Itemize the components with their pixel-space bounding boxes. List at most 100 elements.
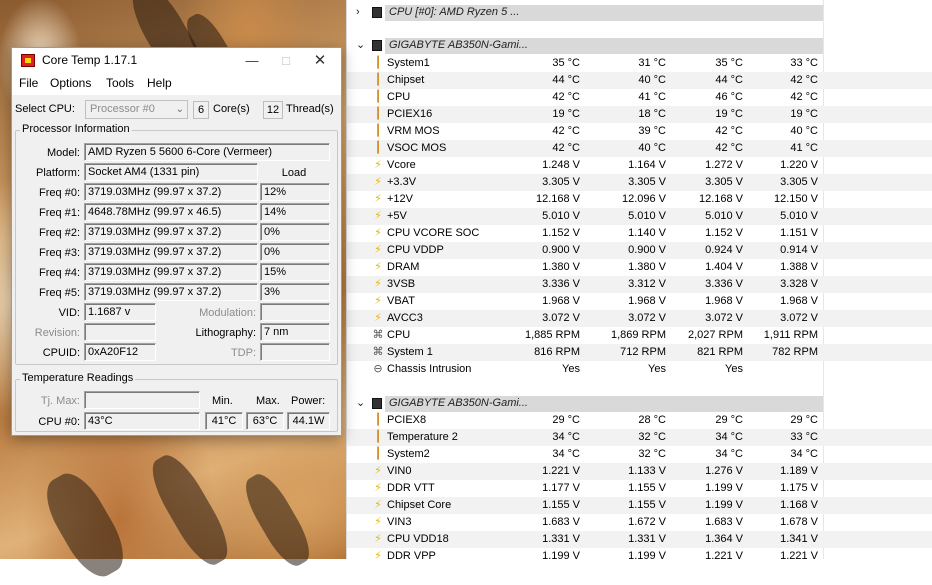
sensor-row[interactable]: ⚡ VBAT 1.968 V 1.968 V 1.968 V 1.968 V: [347, 293, 932, 310]
sensor-minimum: 1,869 RPM: [610, 329, 666, 341]
sensor-current: 12.168 V: [535, 193, 580, 205]
freq-value: 3719.03MHz (99.97 x 37.2): [84, 283, 258, 301]
cpu0-min: 41°C: [205, 412, 243, 430]
close-button[interactable]: ✕: [303, 50, 337, 71]
sensor-name: Vcore: [387, 159, 416, 171]
sensor-minimum: 39 °C: [638, 125, 666, 137]
sensor-average: 3.072 V: [780, 312, 818, 324]
thermometer-icon: ┃: [374, 142, 382, 154]
sensor-row[interactable]: ⚡ Vcore 1.248 V 1.164 V 1.272 V 1.220 V: [347, 157, 932, 174]
minimize-button[interactable]: —: [235, 50, 269, 71]
sensor-row[interactable]: ⚡ DRAM 1.380 V 1.380 V 1.404 V 1.388 V: [347, 259, 932, 276]
sensor-row[interactable]: ⚡ 3VSB 3.336 V 3.312 V 3.336 V 3.328 V: [347, 276, 932, 293]
sensor-minimum: 3.312 V: [628, 278, 666, 290]
sensor-name: VIN3: [387, 516, 412, 528]
sensor-row[interactable]: ⚡ CPU VCORE SOC 1.152 V 1.140 V 1.152 V 1.151…: [347, 225, 932, 242]
sensor-row[interactable]: ┃ VSOC MOS 42 °C 40 °C 42 °C 41 °C: [347, 140, 932, 157]
coretemp-window[interactable]: Core Temp 1.17.1 — □ ✕ File Options Tool…: [11, 47, 342, 436]
sensor-row[interactable]: ⚡ CPU VDD18 1.331 V 1.331 V 1.364 V 1.341 V: [347, 531, 932, 548]
sensor-row[interactable]: ┃ PCIEX8 29 °C 28 °C 29 °C 29 °C: [347, 412, 932, 429]
chevron-right-icon[interactable]: ›: [356, 4, 360, 21]
menu-tools[interactable]: Tools: [106, 76, 134, 90]
modulation-value: [260, 303, 330, 321]
sensor-maximum: 19 °C: [715, 108, 743, 120]
sensor-average: 3.328 V: [780, 278, 818, 290]
select-cpu-dropdown[interactable]: Processor #0 ⌄: [85, 100, 188, 119]
sensor-group-motherboard-1[interactable]: ⌄ GIGABYTE AB350N-Gami...: [347, 37, 932, 54]
lightning-icon: ⚡: [374, 159, 382, 171]
freq-value: 4648.78MHz (99.97 x 46.5): [84, 203, 258, 221]
freq-value: 3719.03MHz (99.97 x 37.2): [84, 263, 258, 281]
sensor-row[interactable]: ┃ Temperature 2 34 °C 32 °C 34 °C 33 °C: [347, 429, 932, 446]
sensor-current: 42 °C: [552, 142, 580, 154]
sensor-current: 35 °C: [552, 57, 580, 69]
sensor-row[interactable]: ┃ PCIEX16 19 °C 18 °C 19 °C 19 °C: [347, 106, 932, 123]
sensor-row[interactable]: ┃ VRM MOS 42 °C 39 °C 42 °C 40 °C: [347, 123, 932, 140]
platform-label: Platform:: [35, 167, 80, 179]
sensor-row[interactable]: ⌘ CPU 1,885 RPM 1,869 RPM 2,027 RPM 1,911 RPM: [347, 327, 932, 344]
sensor-row[interactable]: ⚡ +12V 12.168 V 12.096 V 12.168 V 12.150 V: [347, 191, 932, 208]
core-load: 0%: [260, 223, 330, 241]
threads-label: Thread(s): [286, 103, 334, 115]
sensor-row[interactable]: ┃ System2 34 °C 32 °C 34 °C 34 °C: [347, 446, 932, 463]
menu-file[interactable]: File: [19, 76, 38, 90]
chip-icon: [372, 40, 382, 51]
sensor-row[interactable]: ⚡ Chipset Core 1.155 V 1.155 V 1.199 V 1.168 …: [347, 497, 932, 514]
sensor-row[interactable]: ⚡ +3.3V 3.305 V 3.305 V 3.305 V 3.305 V: [347, 174, 932, 191]
sensor-maximum: 44 °C: [715, 74, 743, 86]
sensor-name: DRAM: [387, 261, 420, 273]
sensor-group-cpu[interactable]: › CPU [#0]: AMD Ryzen 5 ...: [347, 4, 932, 21]
freq-label: Freq #2:: [39, 227, 80, 239]
sensor-group-motherboard-2[interactable]: ⌄ GIGABYTE AB350N-Gami...: [347, 395, 932, 412]
sensor-row[interactable]: ⚡ +5V 5.010 V 5.010 V 5.010 V 5.010 V: [347, 208, 932, 225]
sensor-maximum: 1.199 V: [705, 482, 743, 494]
menu-options[interactable]: Options: [50, 76, 91, 90]
lightning-icon: ⚡: [374, 312, 382, 324]
wallpaper-stripe: [142, 448, 238, 572]
sensor-name: 3VSB: [387, 278, 416, 290]
lightning-icon: ⚡: [374, 210, 382, 222]
sensor-row[interactable]: ⚡ VIN0 1.221 V 1.133 V 1.276 V 1.189 V: [347, 463, 932, 480]
lightning-icon: ⚡: [374, 465, 382, 477]
sensor-average: 33 °C: [790, 431, 818, 443]
freq-value: 3719.03MHz (99.97 x 37.2): [84, 183, 258, 201]
sensor-name: Chipset: [387, 74, 425, 86]
chevron-down-icon[interactable]: ⌄: [356, 395, 365, 412]
sensor-row[interactable]: ⚡ DDR VPP 1.199 V 1.199 V 1.221 V 1.221 V: [347, 548, 932, 565]
max-header: Max.: [256, 395, 280, 407]
sensor-panel[interactable]: › CPU [#0]: AMD Ryzen 5 ... ⌄ GIGABYTE AB35…: [346, 0, 932, 562]
sensor-row[interactable]: ⚡ CPU VDDP 0.900 V 0.900 V 0.924 V 0.914 V: [347, 242, 932, 259]
maximize-button[interactable]: □: [269, 50, 303, 71]
sensor-minimum: Yes: [648, 363, 666, 375]
sensor-average: 1.968 V: [780, 295, 818, 307]
sensor-row[interactable]: ⚡ AVCC3 3.072 V 3.072 V 3.072 V 3.072 V: [347, 310, 932, 327]
sensor-row[interactable]: ⊖ Chassis Intrusion Yes Yes Yes: [347, 361, 932, 378]
thermometer-icon: ┃: [374, 414, 382, 426]
thermometer-icon: ┃: [374, 108, 382, 120]
sensor-row[interactable]: ⌘ System 1 816 RPM 712 RPM 821 RPM 782 RPM: [347, 344, 932, 361]
sensor-row[interactable]: ⚡ VIN3 1.683 V 1.672 V 1.683 V 1.678 V: [347, 514, 932, 531]
sensor-minimum: 1.968 V: [628, 295, 666, 307]
sensor-current: 1.177 V: [542, 482, 580, 494]
sensor-maximum: Yes: [725, 363, 743, 375]
sensor-maximum: 1.276 V: [705, 465, 743, 477]
sensor-row[interactable]: ┃ System1 35 °C 31 °C 35 °C 33 °C: [347, 55, 932, 72]
sensor-current: 1.968 V: [542, 295, 580, 307]
sensor-current: 34 °C: [552, 448, 580, 460]
sensor-current: 1.331 V: [542, 533, 580, 545]
sensor-average: 12.150 V: [773, 193, 818, 205]
sensor-name: CPU VCORE SOC: [387, 227, 480, 239]
chevron-down-icon[interactable]: ⌄: [356, 37, 365, 54]
revision-label: Revision:: [34, 327, 80, 339]
sensor-row[interactable]: ┃ CPU 42 °C 41 °C 46 °C 42 °C: [347, 89, 932, 106]
title-bar[interactable]: Core Temp 1.17.1 — □ ✕: [12, 48, 341, 73]
sensor-maximum: 3.072 V: [705, 312, 743, 324]
chevron-down-icon: ⌄: [175, 104, 184, 115]
sensor-row[interactable]: ┃ Chipset 44 °C 40 °C 44 °C 42 °C: [347, 72, 932, 89]
sensor-current: Yes: [562, 363, 580, 375]
sensor-average: 34 °C: [790, 448, 818, 460]
sensor-current: 1.221 V: [542, 465, 580, 477]
sensor-row[interactable]: ⚡ DDR VTT 1.177 V 1.155 V 1.199 V 1.175 V: [347, 480, 932, 497]
sensor-name: Temperature 2: [387, 431, 458, 443]
menu-help[interactable]: Help: [147, 76, 172, 90]
